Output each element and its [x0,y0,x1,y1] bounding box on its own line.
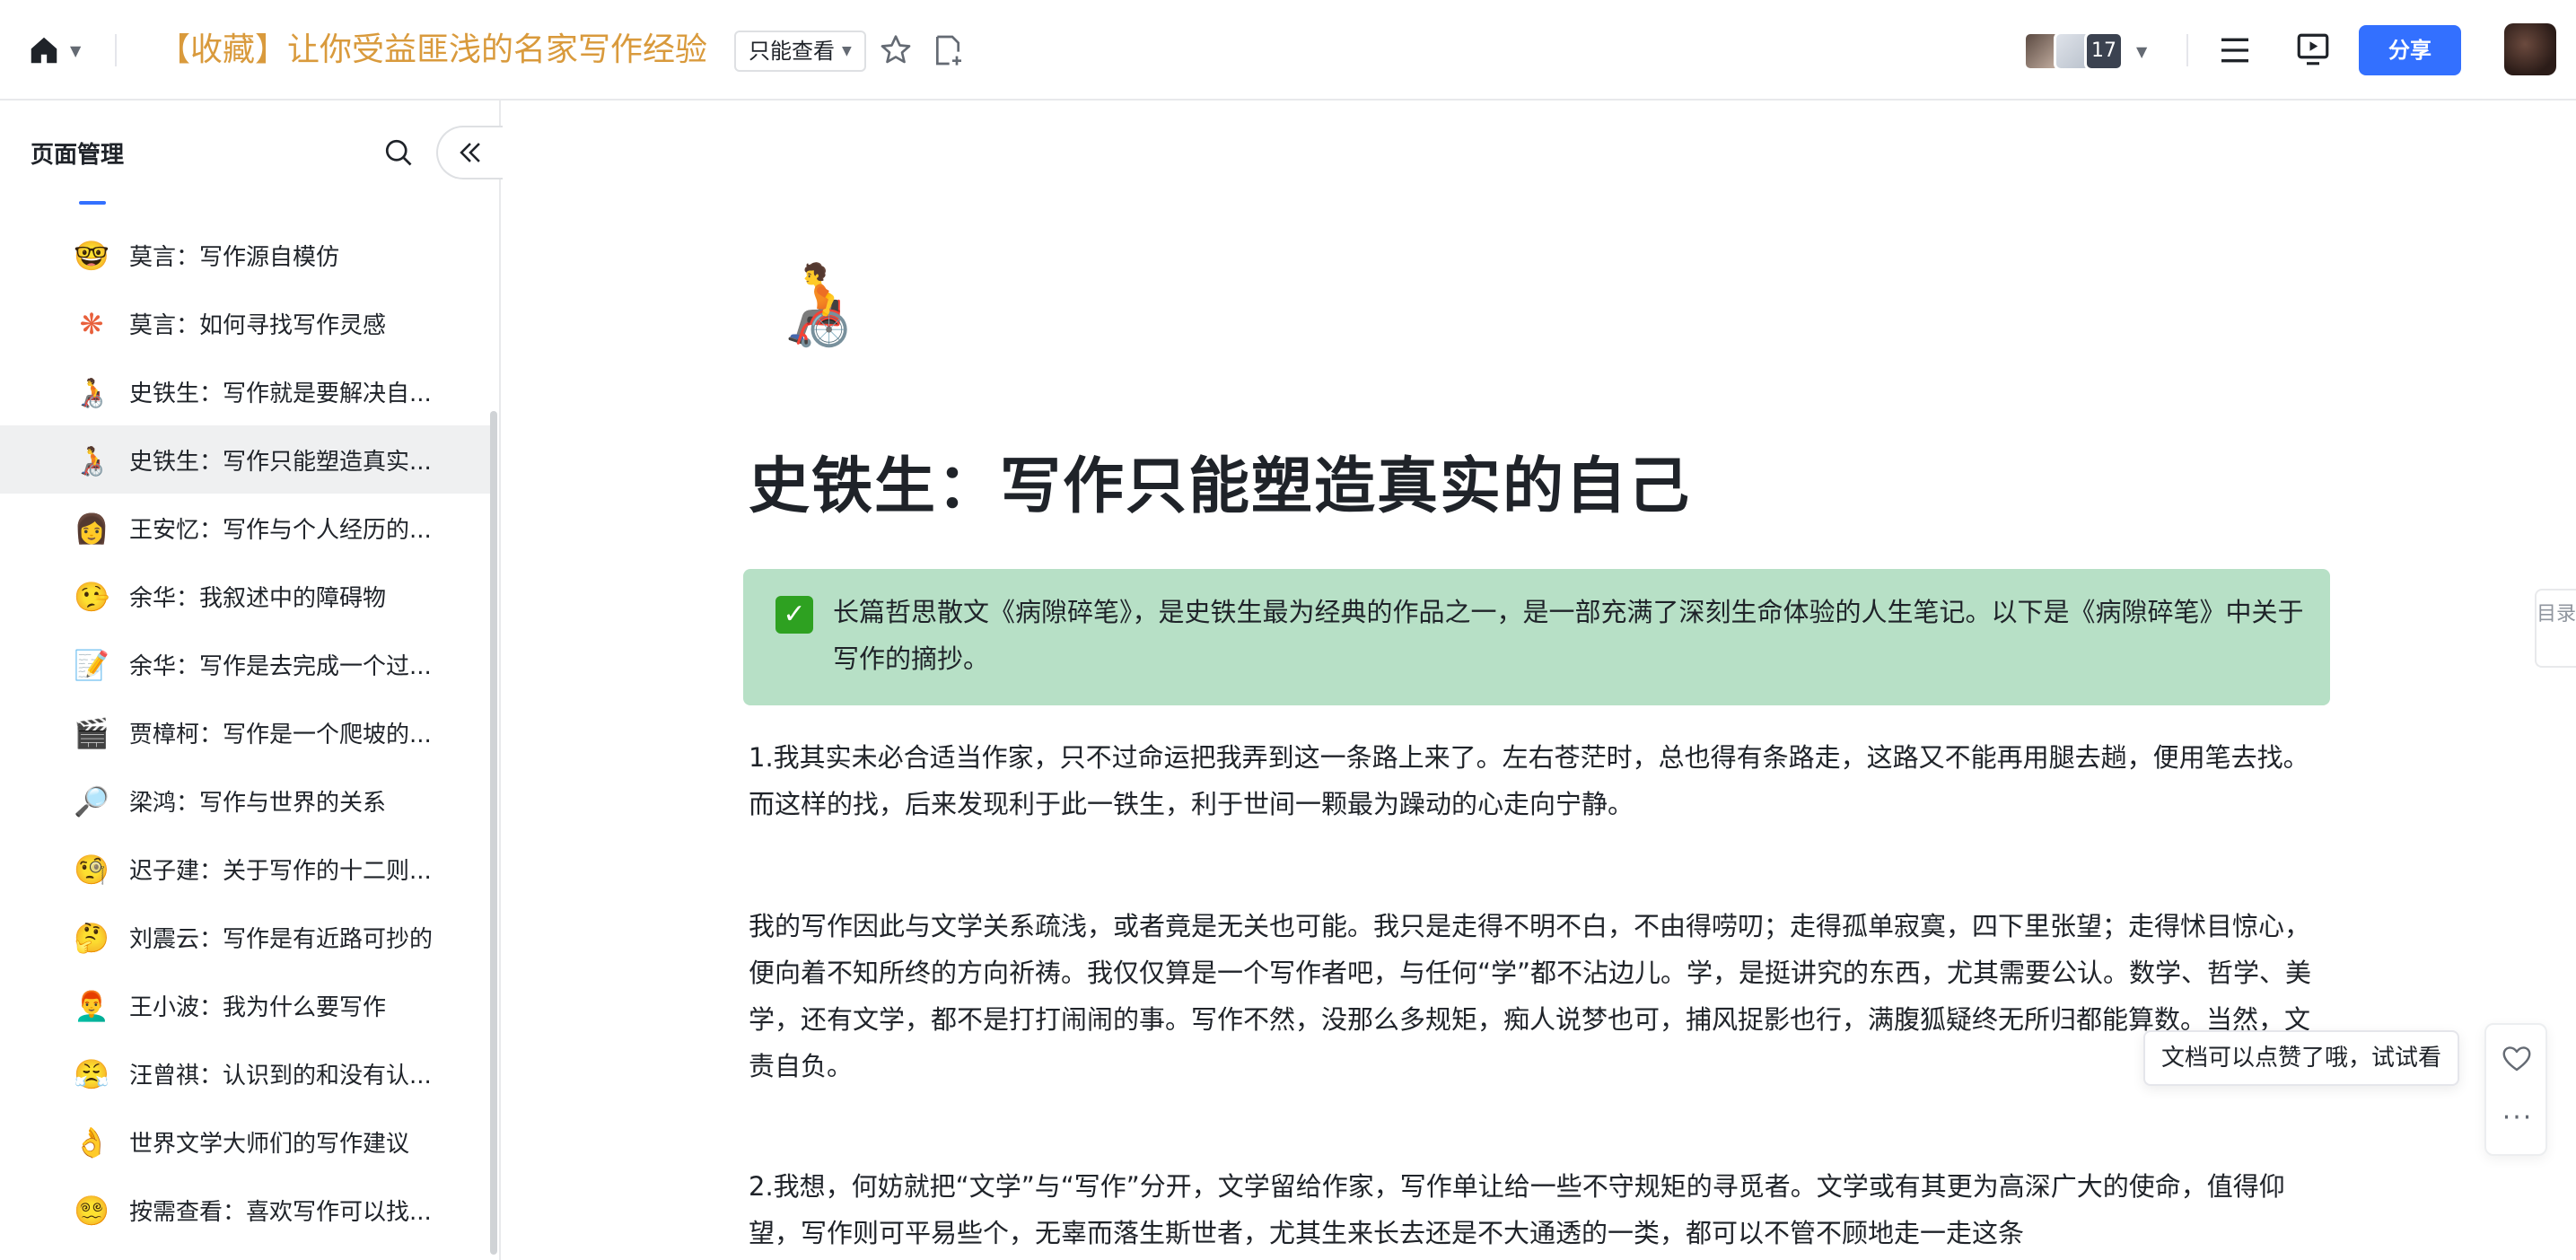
page-emoji-icon: 🤓 [74,239,110,273]
sidebar-item[interactable]: ❋ 莫言：如何寻找写作灵感 [0,289,490,357]
search-icon[interactable] [382,136,415,169]
doc-emoji-icon[interactable]: 🧑‍🦽 [767,249,867,357]
floating-actions: ··· [2484,1023,2547,1156]
sidebar-item-label: 史铁生：写作就是要解决自... [129,380,432,407]
user-avatar[interactable] [2504,23,2556,75]
sidebar-item-label: 莫言：如何寻找写作灵感 [129,311,387,339]
page-emoji-icon: 🤥 [74,580,110,614]
page-emoji-icon: 🔎 [74,784,110,818]
sidebar-item[interactable]: 🤥 余华：我叙述中的障碍物 [0,562,490,630]
sidebar-item[interactable]: 👩 王安忆：写作与个人经历的... [0,494,490,562]
sidebar-item[interactable]: 🧐 迟子建：关于写作的十二则... [0,835,490,903]
sidebar-item[interactable]: 👨‍🦰 王小波：我为什么要写作 [0,971,490,1039]
sidebar-item-label: 贾樟柯：写作是一个爬坡的... [129,721,432,748]
collaborator-count: 17 [2084,31,2124,71]
sidebar-item-label: 王安忆：写作与个人经历的... [129,516,432,544]
sidebar-item-active[interactable]: 🧑‍🦽 史铁生：写作只能塑造真实... [0,425,490,494]
paragraph: 1.我其实未必合适当作家，只不过命运把我弄到这一条路上来了。左右苍茫时，总也得有… [749,742,2309,819]
doc-title[interactable]: 【收藏】让你受益匪浅的名家写作经验 [158,25,707,75]
sidebar-item-label: 按需查看：喜欢写作可以找... [129,1198,432,1226]
sidebar-item-label: 莫言：写作源自模仿 [129,243,340,271]
sidebar-item-label: 迟子建：关于写作的十二则... [129,857,432,885]
sidebar-item[interactable]: 🤓 莫言：写作源自模仿 [0,221,490,289]
sidebar-item-label: 王小波：我为什么要写作 [129,993,387,1021]
sidebar-item-label: 梁鸿：写作与世界的关系 [129,789,387,817]
like-tooltip: 文档可以点赞了哦，试试看 [2143,1030,2460,1086]
page-title: 史铁生：写作只能塑造真实的自己 [749,451,1692,522]
sidebar-title: 页面管理 [31,142,125,169]
page-emoji-icon: 📝 [74,648,110,682]
page-emoji-icon: 👩 [74,512,110,546]
sidebar: 页面管理 🤓 莫言：写作源自模仿 ❋ 莫言：如何寻找写作灵感 🧑‍🦽 史铁生：写作就是… [0,101,503,1260]
page-emoji-icon: 👌 [74,1125,110,1159]
collaborators[interactable]: 17 ▼ [2023,29,2147,74]
sidebar-scrollbar[interactable] [490,411,497,1255]
sidebar-item[interactable]: 🎬 贾樟柯：写作是一个爬坡的... [0,698,490,766]
page-emoji-icon: 😵‍💫 [74,1194,110,1228]
permission-dropdown[interactable]: 只能查看 ▼ [734,31,866,72]
divider [115,34,117,66]
present-icon[interactable] [2294,31,2332,68]
divider [2186,34,2188,66]
menu-icon[interactable] [2217,32,2253,68]
sidebar-item-label: 世界文学大师们的写作建议 [129,1130,410,1158]
callout-text: 长篇哲思散文《病隙碎笔》，是史铁生最为经典的作品之一，是一部充满了深刻生命体验的… [833,597,2304,674]
home-icon [31,37,57,64]
double-chevron-left-icon [460,143,480,162]
toc-toggle[interactable]: 目录 [2535,589,2576,668]
sidebar-item-label: 刘震云：写作是有近路可抄的 [129,925,434,953]
chevron-down-icon: ▼ [70,41,82,59]
sidebar-item[interactable]: 😤 汪曾祺：认识到的和没有认... [0,1039,490,1107]
page-emoji-icon: 🧑‍🦽 [74,443,110,477]
check-icon: ✓ [775,596,813,634]
page-emoji-icon: 👨‍🦰 [74,989,110,1023]
sidebar-item[interactable]: 🔎 梁鸿：写作与世界的关系 [0,766,490,835]
sidebar-item[interactable]: 🧑‍🦽 史铁生：写作就是要解决自... [0,357,490,425]
page-emoji-icon: 😤 [74,1057,110,1091]
sidebar-item[interactable]: 🤔 刘震云：写作是有近路可抄的 [0,903,490,971]
paragraph: 我的写作因此与文学关系疏浅，或者竟是无关也可能。我只是走得不明不白，不由得唠叨；… [749,911,2312,1081]
share-button[interactable]: 分享 [2359,25,2461,75]
callout-block: ✓ 长篇哲思散文《病隙碎笔》，是史铁生最为经典的作品之一，是一部充满了深刻生命体… [743,569,2330,705]
page-list: 🤓 莫言：写作源自模仿 ❋ 莫言：如何寻找写作灵感 🧑‍🦽 史铁生：写作就是要解决自.… [0,221,490,1244]
home-button[interactable]: ▼ [27,31,90,70]
sidebar-item[interactable]: 😵‍💫 按需查看：喜欢写作可以找... [0,1176,490,1244]
sidebar-item-label: 汪曾祺：认识到的和没有认... [129,1062,432,1089]
page-emoji-icon: 🤔 [74,921,110,955]
more-icon[interactable]: ··· [2486,1102,2549,1133]
sidebar-item-label: 余华：我叙述中的障碍物 [129,584,387,612]
top-bar: ▼ 【收藏】让你受益匪浅的名家写作经验 只能查看 ▼ 17 ▼ 分享 [0,0,2576,101]
chevron-down-icon: ▼ [842,44,852,58]
chevron-down-icon: ▼ [2136,42,2148,60]
add-page-icon[interactable] [930,32,966,68]
page-emoji-icon: ❋ [79,307,104,341]
permission-label: 只能查看 [749,39,835,64]
sidebar-item[interactable]: 📝 余华：写作是去完成一个过... [0,630,490,698]
heart-icon[interactable] [2501,1043,2533,1075]
sidebar-item-label: 史铁生：写作只能塑造真实... [129,448,432,476]
page-emoji-icon: 🧐 [74,853,110,887]
scroll-indicator [79,201,106,205]
page-emoji-icon: 🎬 [74,716,110,750]
collapse-sidebar-button[interactable] [436,126,503,179]
sidebar-item[interactable]: 👌 世界文学大师们的写作建议 [0,1107,490,1176]
page-emoji-icon: 🧑‍🦽 [74,375,110,409]
star-icon[interactable] [878,32,914,68]
paragraph: 2.我想，何妨就把“文学”与“写作”分开，文学留给作家，写作单让给一些不守规矩的… [749,1171,2285,1248]
sidebar-item-label: 余华：写作是去完成一个过... [129,652,432,680]
